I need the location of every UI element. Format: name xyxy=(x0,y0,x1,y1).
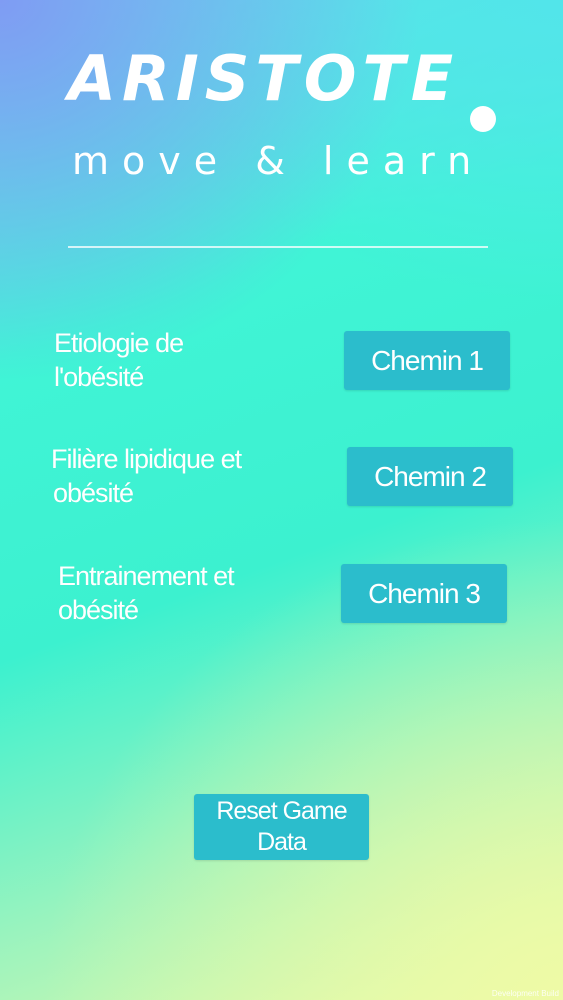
course-label-line2: obésité xyxy=(58,595,139,625)
chemin-3-button[interactable]: Chemin 3 xyxy=(341,564,507,623)
reset-button-line2: Data xyxy=(257,828,307,856)
app-logo-subtitle: move & learn xyxy=(72,139,485,183)
course-label-1: Etiologie de l'obésité xyxy=(54,326,184,394)
chemin-1-button-label: Chemin 1 xyxy=(371,344,484,376)
course-label-2: Filière lipidique et obésité xyxy=(51,442,242,510)
app-logo-title: ARISTOTE xyxy=(68,42,460,115)
chemin-3-button-label: Chemin 3 xyxy=(368,577,481,609)
course-label-line1: Filière lipidique et xyxy=(51,444,242,474)
reset-game-data-button[interactable]: Reset Game Data xyxy=(194,794,369,860)
development-build-label: Development Build xyxy=(491,989,559,998)
course-label-line1: Etiologie de xyxy=(54,328,184,358)
reset-button-line1: Reset Game xyxy=(216,797,347,825)
chemin-2-button-label: Chemin 2 xyxy=(374,460,487,492)
header-divider xyxy=(68,246,488,248)
logo-dot-icon xyxy=(470,106,496,132)
course-label-3: Entrainement et obésité xyxy=(58,559,235,627)
chemin-1-button[interactable]: Chemin 1 xyxy=(344,331,510,390)
course-label-line2: l'obésité xyxy=(54,362,144,392)
chemin-2-button[interactable]: Chemin 2 xyxy=(347,447,513,506)
course-label-line2: obésité xyxy=(53,478,134,508)
course-label-line1: Entrainement et xyxy=(58,561,235,591)
